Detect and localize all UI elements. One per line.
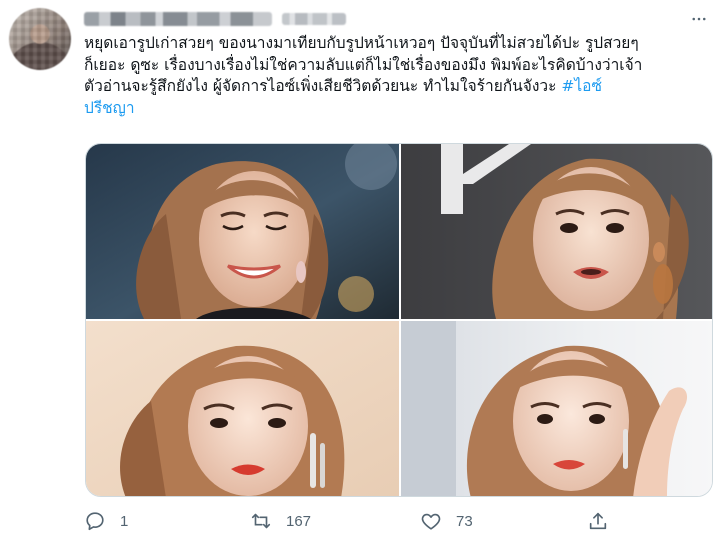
- tweet-text-segment: ตัวอ่านจะรู้สึกยังไง ผู้จัดการไอซ์เพิ่งเ…: [84, 77, 562, 95]
- tweet-text-segment: ก็เยอะ ดูซะ เรื่องบางเรื่องไม่ใช่ความลับ…: [84, 55, 643, 74]
- tweet-text-segment: หยุดเอารูปเก่าสวยๆ ของนางมาเทียบกับรูปหน…: [84, 34, 639, 52]
- author-name-redacted[interactable]: [84, 12, 272, 26]
- author-handle-redacted[interactable]: [282, 13, 346, 25]
- avatar[interactable]: [9, 8, 71, 70]
- like-button[interactable]: 73: [420, 508, 473, 534]
- photo-3[interactable]: [86, 321, 399, 496]
- retweet-button[interactable]: 167: [250, 508, 311, 534]
- photo-1[interactable]: [86, 144, 399, 319]
- hashtag-link[interactable]: #ไอซ์: [561, 77, 602, 95]
- share-icon: [589, 512, 607, 530]
- retweet-icon: [251, 513, 271, 529]
- tweet-actions: 1 167 73: [84, 508, 644, 534]
- tweet: หยุดเอารูปเก่าสวยๆ ของนางมาเทียบกับรูปหน…: [0, 0, 728, 539]
- share-button[interactable]: [587, 508, 609, 534]
- hashtag-link-continued[interactable]: ปรีชญา: [84, 99, 135, 117]
- more-options-button[interactable]: [686, 10, 712, 30]
- more-horizontal-icon: [692, 17, 706, 21]
- media-grid: [85, 143, 713, 497]
- like-icon: [421, 513, 441, 530]
- like-count: 73: [456, 512, 473, 530]
- tweet-text-line: ตัวอ่านจะรู้สึกยังไง ผู้จัดการไอซ์เพิ่งเ…: [84, 76, 716, 98]
- reply-icon: [86, 512, 104, 531]
- retweet-count: 167: [286, 512, 312, 530]
- tweet-text-line: หยุดเอารูปเก่าสวยๆ ของนางมาเทียบกับรูปหน…: [84, 33, 716, 55]
- reply-count: 1: [120, 512, 129, 530]
- tweet-text-line: ก็เยอะ ดูซะ เรื่องบางเรื่องไม่ใช่ความลับ…: [84, 55, 716, 77]
- photo-4[interactable]: [401, 321, 712, 496]
- photo-2[interactable]: [401, 144, 712, 319]
- tweet-text: หยุดเอารูปเก่าสวยๆ ของนางมาเทียบกับรูปหน…: [84, 33, 716, 119]
- tweet-text-line: ปรีชญา: [84, 98, 716, 120]
- reply-button[interactable]: 1: [84, 508, 128, 534]
